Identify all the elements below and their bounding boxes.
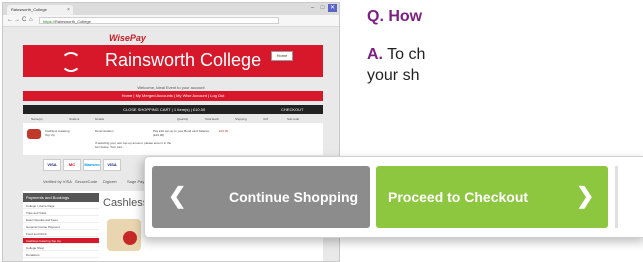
cart-row: Cashless Catering Top Up Denomination Pa… — [23, 123, 323, 155]
visa-card-icon: VISA — [43, 159, 61, 171]
cart-item-desc: Pay £10 top-up to your Bond card balance… — [153, 129, 210, 137]
sidebar-item[interactable]: General Course Payment — [23, 224, 99, 230]
sagepay-logo: Sage Pay — [127, 179, 145, 184]
cart-bar: CLOSE SHOPPING CART | 1 Item(s) | £10.00… — [23, 105, 323, 114]
cart-item-name: Cashless Catering Top Up — [45, 129, 70, 137]
chevron-right-icon: ❯ — [576, 183, 595, 208]
sidebar-item[interactable]: Trips and Visits — [23, 210, 99, 216]
browser-tab[interactable]: Rainsworth_College × — [7, 5, 73, 15]
visa-electron-icon: VISA — [103, 159, 121, 171]
faq-answer: A. To ch your sh — [367, 44, 425, 86]
securecode-logo: SecureCode — [75, 179, 98, 184]
proceed-to-checkout-button[interactable]: Proceed to Checkout ❯ — [376, 166, 608, 228]
forward-icon[interactable]: → — [14, 15, 20, 26]
url-path: Rainsworth_College — [55, 19, 91, 24]
cart-item-price: £10.00 — [219, 129, 229, 133]
college-name: Rainsworth College — [105, 50, 262, 70]
welcome-text: Welcome, Ideal Event to your account — [137, 85, 205, 90]
apple-image — [123, 231, 137, 245]
sidebar-item[interactable]: Exam Results and Fees — [23, 217, 99, 223]
url-scheme: https:// — [43, 19, 56, 24]
address-bar[interactable]: https://Rainsworth_College — [39, 17, 279, 24]
sidebar-item[interactable]: College Shop — [23, 245, 99, 251]
button-callout: ❮ Continue Shopping Proceed to Checkout … — [144, 156, 643, 238]
cart-col-student: Student — [69, 117, 80, 121]
sidebar-item[interactable]: Donations — [23, 252, 99, 258]
sidebar-item-active[interactable]: Cashless Catering Top Up — [23, 238, 99, 244]
proceed-to-checkout-label: Proceed to Checkout — [388, 189, 529, 205]
chevron-left-icon: ❮ — [168, 183, 187, 208]
home-icon[interactable]: ⌂ — [29, 15, 33, 26]
sidebar: Payments and Bookings College / Home Pag… — [23, 191, 99, 261]
minimize-icon[interactable]: – — [308, 4, 317, 12]
cart-item-thumbnail — [27, 129, 41, 139]
cart-col-subtotal: Sub-total — [287, 117, 300, 121]
sidebar-heading: Payments and Bookings — [23, 193, 99, 202]
college-banner: Rainsworth College — [23, 45, 323, 77]
cart-col-quantity: Quantity — [177, 117, 189, 121]
college-logo-icon — [61, 52, 81, 72]
cart-item-notice: If selecting your own top-up amount, ple… — [95, 141, 172, 149]
tab-close-icon[interactable]: × — [67, 5, 70, 15]
browser-toolbar: ← → C ⌂ https://Rainsworth_College — [3, 15, 339, 27]
close-window-icon[interactable]: ✕ — [328, 4, 337, 12]
tab-strip: Rainsworth_College × – □ ✕ — [3, 3, 339, 15]
back-icon[interactable]: ← — [7, 15, 13, 26]
cart-col-details: Details — [95, 117, 105, 121]
continue-shopping-button[interactable]: ❮ Continue Shopping — [152, 166, 370, 228]
cart-col-total-each: Total Each — [205, 117, 220, 121]
site-nav[interactable]: Home | My Merged Accounts | My Wise Acco… — [23, 91, 323, 101]
maximize-icon[interactable]: □ — [318, 4, 327, 12]
continue-shopping-label: Continue Shopping — [229, 189, 359, 205]
cart-col-shipping: Shipping — [235, 117, 247, 121]
digicert-logo: Digicert — [103, 179, 117, 184]
home-button[interactable]: Home — [271, 51, 293, 61]
mastercard-icon: MC — [63, 159, 81, 171]
sidebar-item[interactable]: College / Home Page — [23, 203, 99, 209]
cart-col-name: Name(s) — [31, 117, 43, 121]
faq-answer-line2: your sh — [367, 67, 420, 84]
checkout-link[interactable]: CHECKOUT — [281, 105, 303, 114]
reload-icon[interactable]: C — [22, 15, 26, 26]
verified-by-visa-logo: Verified by VISA — [43, 179, 72, 184]
cart-item-detail: Denomination — [95, 129, 114, 133]
cart-summary[interactable]: CLOSE SHOPPING CART | 1 Item(s) | £10.00 — [123, 105, 205, 114]
callout-divider — [615, 166, 618, 228]
wisepay-logo: WisePay — [109, 33, 146, 43]
faq-answer-prefix: A. — [367, 46, 383, 63]
cart-col-vat: VAT — [263, 117, 269, 121]
sidebar-item[interactable]: Food and Drink — [23, 231, 99, 237]
faq-question: Q. How — [367, 8, 423, 25]
maestro-card-icon: Maestro — [83, 159, 101, 171]
faq-answer-line1: To ch — [387, 46, 426, 63]
tab-title: Rainsworth_College — [11, 7, 47, 12]
